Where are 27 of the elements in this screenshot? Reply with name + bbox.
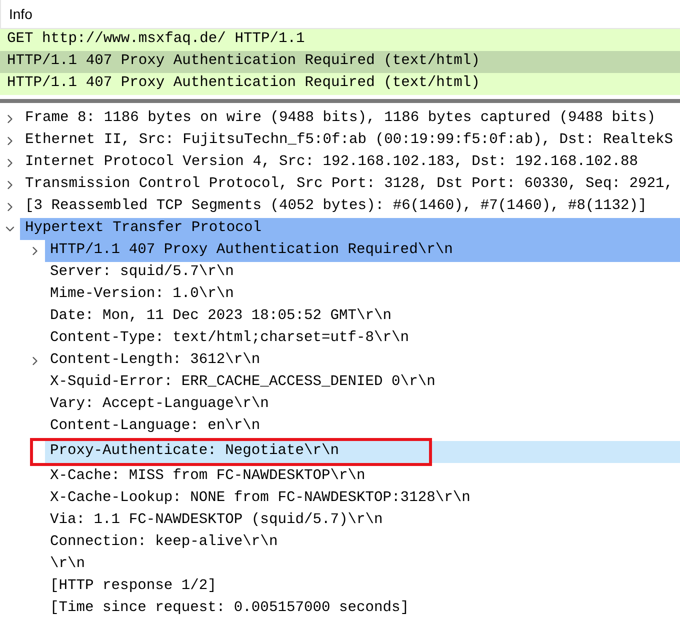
tree-item[interactable]: [3 Reassembled TCP Segments (4052 bytes): #6(1460), #7(1460), #8(1132)] — [20, 196, 680, 218]
tree-item[interactable]: Internet Protocol Version 4, Src: 192.168.102.183, Dst: 192.168.102.88 — [20, 152, 680, 174]
tree-item[interactable]: X-Squid-Error: ERR_CACHE_ACCESS_DENIED 0\r\n — [45, 372, 680, 394]
tree-item[interactable]: [HTTP response 1/2] — [45, 576, 680, 598]
tree-item[interactable]: Date: Mon, 11 Dec 2023 18:05:52 GMT\r\n — [45, 306, 680, 328]
tree-item[interactable]: X-Cache: MISS from FC-NAWDESKTOP\r\n — [45, 466, 680, 488]
tree-item[interactable]: Content-Type: text/html;charset=utf-8\r\n — [45, 328, 680, 350]
tree-item[interactable]: [Time since request: 0.005157000 seconds] — [45, 598, 680, 620]
packet-row[interactable]: HTTP/1.1 407 Proxy Authentication Required (text/html) — [0, 73, 680, 95]
tree-item[interactable]: Content-Length: 3612\r\n — [45, 350, 680, 372]
tree-item[interactable]: Vary: Accept-Language\r\n — [45, 394, 680, 416]
tree-item[interactable]: Frame 8: 1186 bytes on wire (9488 bits), 1186 bytes captured (9488 bits) — [20, 108, 680, 130]
tree-item[interactable]: Connection: keep-alive\r\n — [45, 532, 680, 554]
tree-item[interactable]: Via: 1.1 FC-NAWDESKTOP (squid/5.7)\r\n — [45, 510, 680, 532]
tree-item[interactable]: \r\n — [45, 554, 680, 576]
tree-item[interactable]: Transmission Control Protocol, Src Port: 3128, Dst Port: 60330, Seq: 2921, — [20, 174, 680, 196]
tree-item[interactable]: X-Cache-Lookup: NONE from FC-NAWDESKTOP:3128\r\n — [45, 488, 680, 510]
tree-item[interactable]: Server: squid/5.7\r\n — [45, 262, 680, 284]
packet-row[interactable]: GET http://www.msxfaq.de/ HTTP/1.1 — [0, 29, 680, 51]
tree-item[interactable]: Hypertext Transfer Protocol — [20, 218, 680, 240]
tree-item[interactable]: Proxy-Authenticate: Negotiate\r\n — [45, 441, 680, 463]
tree-item[interactable]: Ethernet II, Src: FujitsuTechn_f5:0f:ab (00:19:99:f5:0f:ab), Dst: RealtekS — [20, 130, 680, 152]
column-header[interactable]: Info — [0, 0, 48, 28]
tree-item[interactable]: HTTP/1.1 407 Proxy Authentication Required\r\n — [45, 240, 680, 262]
tree-item[interactable]: Mime-Version: 1.0\r\n — [45, 284, 680, 306]
packet-row[interactable]: HTTP/1.1 407 Proxy Authentication Required (text/html) — [0, 51, 680, 73]
tree-item[interactable]: Content-Language: en\r\n — [45, 416, 680, 438]
